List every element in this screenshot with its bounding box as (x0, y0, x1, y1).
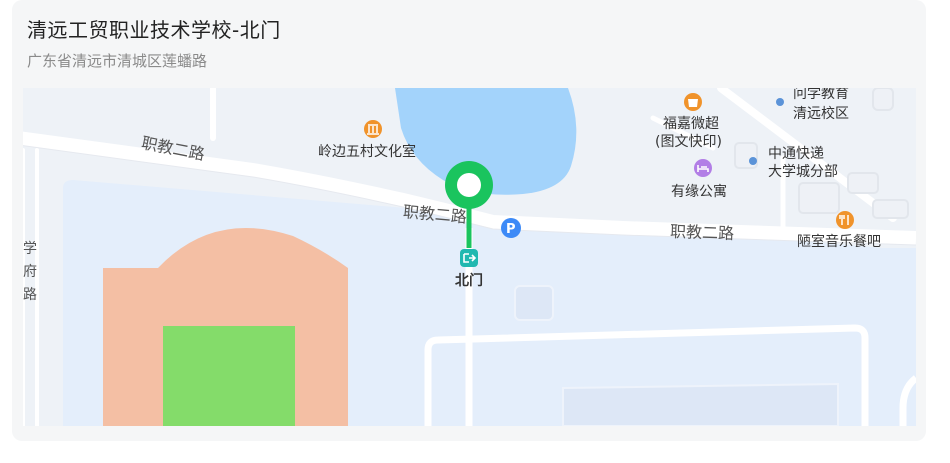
poi-label-education-line1: 问学教育 (793, 88, 849, 102)
hotel-icon[interactable] (694, 159, 712, 177)
poi-label-express-line1: 中通快递 (768, 146, 824, 162)
poi-label-express-line2: 大学城分部 (768, 164, 838, 180)
place-address: 广东省清远市清城区莲蟠路 (27, 52, 208, 70)
location-marker-center (457, 173, 481, 197)
parking-glyph: P (506, 222, 516, 237)
poi-label-restaurant: 陋室音乐餐吧 (797, 233, 881, 250)
stadium-field (163, 326, 295, 426)
poi-label-print-shop-line2: (图文快印) (655, 134, 722, 150)
road-label-zhijiao-right: 职教二路 (670, 222, 735, 243)
education-dot-icon[interactable] (776, 98, 784, 106)
poi-label-culture-room: 岭边五村文化室 (318, 143, 416, 160)
marker-label: 北门 (455, 272, 483, 289)
poi-label-print-shop-line1: 福嘉微超 (663, 116, 719, 132)
campus-building (514, 285, 554, 321)
express-dot-icon[interactable] (749, 157, 757, 165)
place-title: 清远工贸职业技术学校-北门 (27, 18, 281, 42)
poi-label-education-line2: 清远校区 (793, 105, 849, 122)
restaurant-icon[interactable] (836, 211, 854, 229)
campus-building-large (562, 382, 839, 426)
map-view[interactable]: 职教二路 职教二路 职教二路 学 府 路 岭边五村文化室 福嘉微超 (图文快印)… (23, 88, 916, 426)
poi-label-apartment: 有缘公寓 (671, 183, 727, 200)
